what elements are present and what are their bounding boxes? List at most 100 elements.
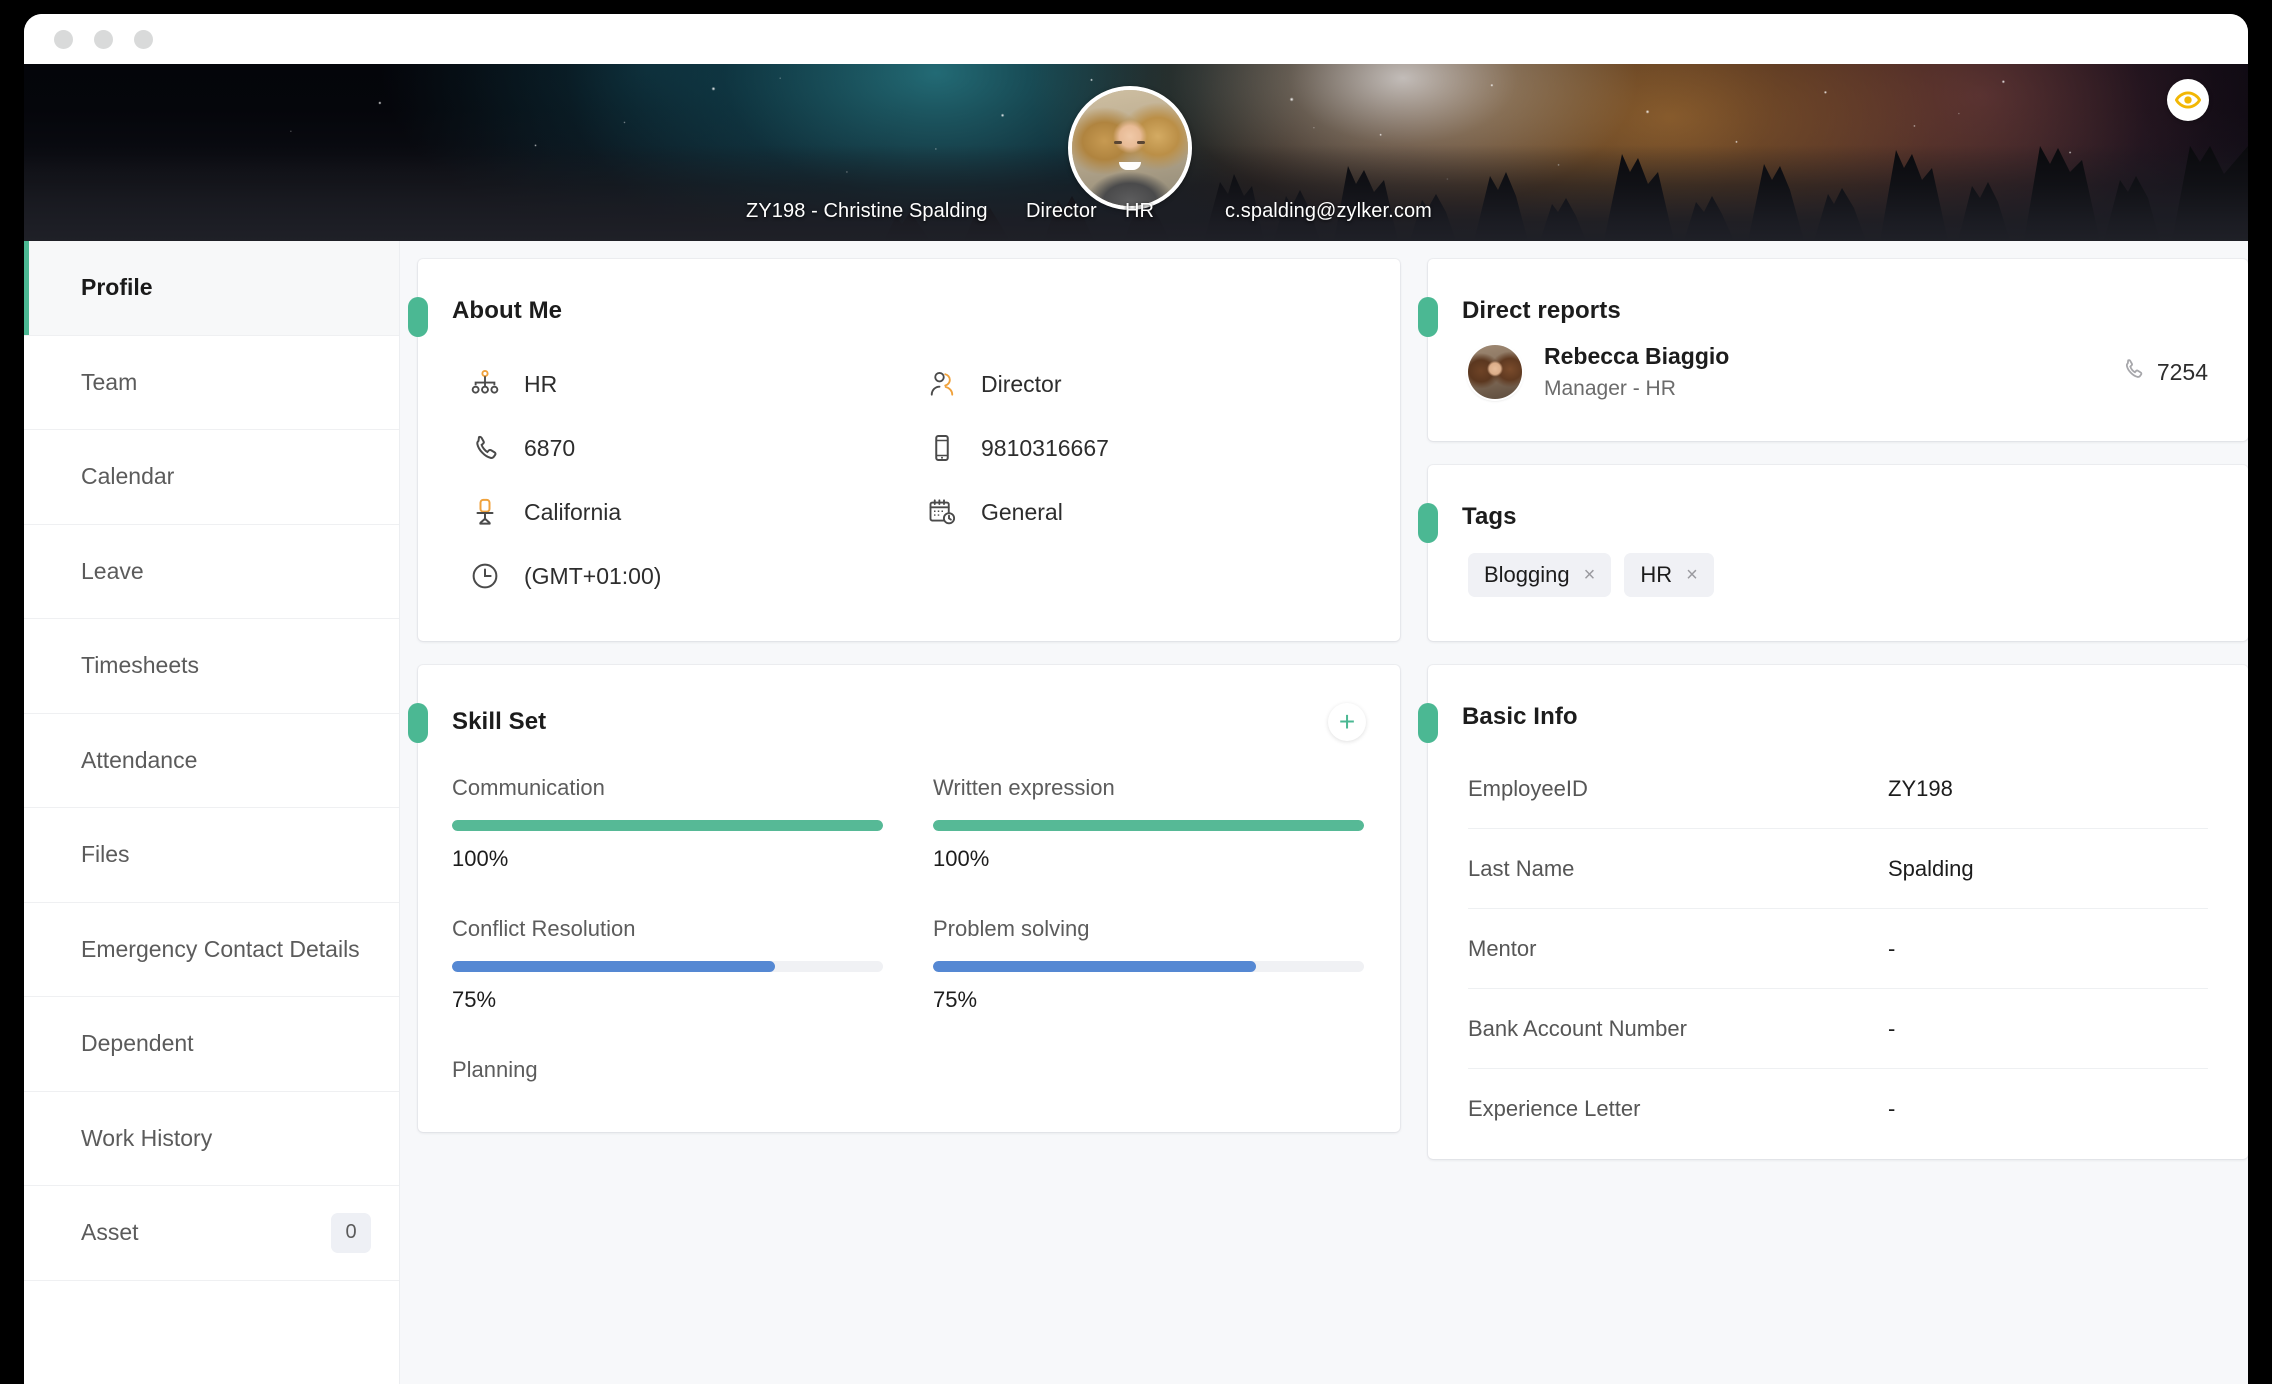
- skill-item: Problem solving 75%: [933, 916, 1364, 1013]
- window-maximize-dot[interactable]: [134, 29, 153, 49]
- mobile-icon: [925, 431, 959, 465]
- skill-percent-label: 100%: [452, 846, 509, 871]
- skill-name: Planning: [452, 1057, 538, 1082]
- direct-report-row[interactable]: Rebecca Biaggio Manager - HR 7254: [1428, 325, 2248, 441]
- skill-progress-fill: [933, 820, 1364, 831]
- avatar-eye-right: [1136, 141, 1145, 145]
- banner-designation: Director: [1026, 200, 1097, 222]
- avatar[interactable]: [1068, 86, 1192, 210]
- skill-percent-label: 75%: [933, 987, 978, 1012]
- skill-percent-label: 100%: [933, 846, 990, 871]
- basic-info-value: Spalding: [1888, 855, 1974, 881]
- direct-reports-list: Rebecca Biaggio Manager - HR 7254: [1428, 325, 2248, 441]
- sidebar-item-emergency-contact-details[interactable]: Emergency Contact Details: [24, 902, 399, 997]
- basic-info-row: Experience Letter -: [1468, 1069, 2208, 1149]
- report-avatar: [1468, 345, 1522, 399]
- about-item-value: California: [524, 498, 622, 525]
- sidebar-item-files[interactable]: Files: [24, 808, 399, 903]
- skill-name: Communication: [452, 775, 605, 800]
- basic-info-row: Last Name Spalding: [1468, 829, 2208, 909]
- banner-email: c.spalding@zylker.com: [1225, 200, 1432, 222]
- sidebar-item-label: Emergency Contact Details: [81, 935, 360, 962]
- direct-report-phone-number: 7254: [2156, 358, 2208, 385]
- tag-remove-icon[interactable]: ×: [1686, 565, 1698, 585]
- about-item-value: 9810316667: [981, 434, 1109, 461]
- card-accent-bar: [1418, 503, 1438, 543]
- sidebar-item-calendar[interactable]: Calendar: [24, 430, 399, 525]
- org-chart-icon: [468, 367, 502, 401]
- sidebar-item-dependent[interactable]: Dependent: [24, 997, 399, 1092]
- banner-department: HR: [1125, 200, 1155, 222]
- sidebar-item-label: Asset: [81, 1219, 139, 1246]
- direct-report-text: Rebecca Biaggio Manager - HR: [1544, 343, 1729, 401]
- tag-chip[interactable]: HR ×: [1624, 553, 1714, 597]
- basic-info-card: Basic Info EmployeeID ZY198 Last Name Spald…: [1418, 665, 2248, 1159]
- basic-info-table: EmployeeID ZY198 Last Name Spalding Mentor - B…: [1428, 731, 2248, 1159]
- sidebar-item-label: Calendar: [81, 463, 175, 490]
- window-titlebar: [24, 14, 2248, 64]
- skill-name: Conflict Resolution: [452, 916, 636, 941]
- basic-info-label: Last Name: [1468, 855, 1575, 881]
- sidebar-item-attendance[interactable]: Attendance: [24, 713, 399, 808]
- user-role-icon: [925, 367, 959, 401]
- sidebar-item-work-history[interactable]: Work History: [24, 1091, 399, 1186]
- sidebar-item-label: Dependent: [81, 1030, 194, 1057]
- sidebar-item-team[interactable]: Team: [24, 335, 399, 430]
- direct-reports-title: Direct reports: [1462, 297, 1621, 324]
- card-accent-bar: [1418, 297, 1438, 337]
- about-item-value: General: [981, 498, 1063, 525]
- direct-report-phone[interactable]: 7254: [2121, 357, 2208, 387]
- avatar-photo: [1072, 90, 1188, 206]
- about-item-value: (GMT+01:00): [524, 562, 662, 589]
- sidebar-item-timesheets[interactable]: Timesheets: [24, 619, 399, 714]
- profile-banner: ZY198 - Christine Spalding Director HR c…: [24, 64, 2248, 241]
- skill-set-grid: Communication 100% Written expression 100% C…: [418, 741, 1400, 1132]
- content-right-column: Direct reports Rebecca Biaggio Manager - …: [1418, 259, 2248, 1384]
- basic-info-value: -: [1888, 935, 1896, 961]
- skill-name: Problem solving: [933, 916, 1090, 941]
- add-skill-button[interactable]: +: [1328, 703, 1366, 741]
- preview-eye-button[interactable]: [2167, 79, 2209, 121]
- about-item: 6870: [452, 431, 909, 465]
- skill-set-card: Skill Set + Communication 100% Written exp…: [408, 665, 1400, 1132]
- about-me-header: About Me: [418, 259, 1400, 325]
- sidebar-item-label: Work History: [81, 1124, 213, 1151]
- skill-set-title: Skill Set: [452, 708, 547, 735]
- about-item-value: HR: [524, 370, 558, 397]
- sidebar-item-leave[interactable]: Leave: [24, 524, 399, 619]
- tag-chip[interactable]: Blogging ×: [1468, 553, 1612, 597]
- about-item-value: Director: [981, 370, 1062, 397]
- sidebar: Profile Team Calendar Leave Timesheets Attend…: [24, 241, 400, 1384]
- phone-icon: [468, 431, 502, 465]
- basic-info-value: ZY198: [1888, 775, 1953, 801]
- basic-info-label: Experience Letter: [1468, 1096, 1641, 1121]
- sidebar-item-label: Leave: [81, 557, 144, 584]
- basic-info-label: EmployeeID: [1468, 775, 1588, 801]
- card-accent-bar: [408, 297, 428, 337]
- skill-progress-track: [933, 820, 1364, 831]
- eye-icon: [2175, 91, 2201, 109]
- skill-set-header: Skill Set +: [418, 665, 1400, 741]
- sidebar-item-profile[interactable]: Profile: [24, 241, 399, 336]
- about-item-value: 6870: [524, 434, 576, 461]
- banner-employee-name: ZY198 - Christine Spalding: [746, 200, 988, 222]
- sidebar-item-badge: 0: [331, 1212, 371, 1253]
- window-minimize-dot[interactable]: [94, 29, 113, 49]
- about-item: Director: [909, 367, 1366, 401]
- tag-remove-icon[interactable]: ×: [1584, 565, 1596, 585]
- sidebar-item-label: Files: [81, 841, 130, 868]
- about-me-grid: HR Director 6870 9810316667 California Genera…: [418, 325, 1400, 641]
- clock-icon: [468, 559, 502, 593]
- about-me-card: About Me HR Director 6870 9810316667 Califor…: [408, 259, 1400, 641]
- skill-name: Written expression: [933, 775, 1115, 800]
- skill-item: Written expression 100%: [933, 775, 1364, 872]
- tag-chip-row: Blogging × HR ×: [1428, 531, 2248, 641]
- app-window: ZY198 - Christine Spalding Director HR c…: [24, 14, 2248, 1384]
- office-chair-icon: [468, 495, 502, 529]
- sidebar-item-label: Attendance: [81, 746, 198, 773]
- tags-title: Tags: [1462, 503, 1517, 530]
- skill-progress-fill: [933, 961, 1257, 972]
- window-close-dot[interactable]: [54, 29, 73, 49]
- about-item: California: [452, 495, 909, 529]
- sidebar-item-asset[interactable]: Asset 0: [24, 1186, 399, 1281]
